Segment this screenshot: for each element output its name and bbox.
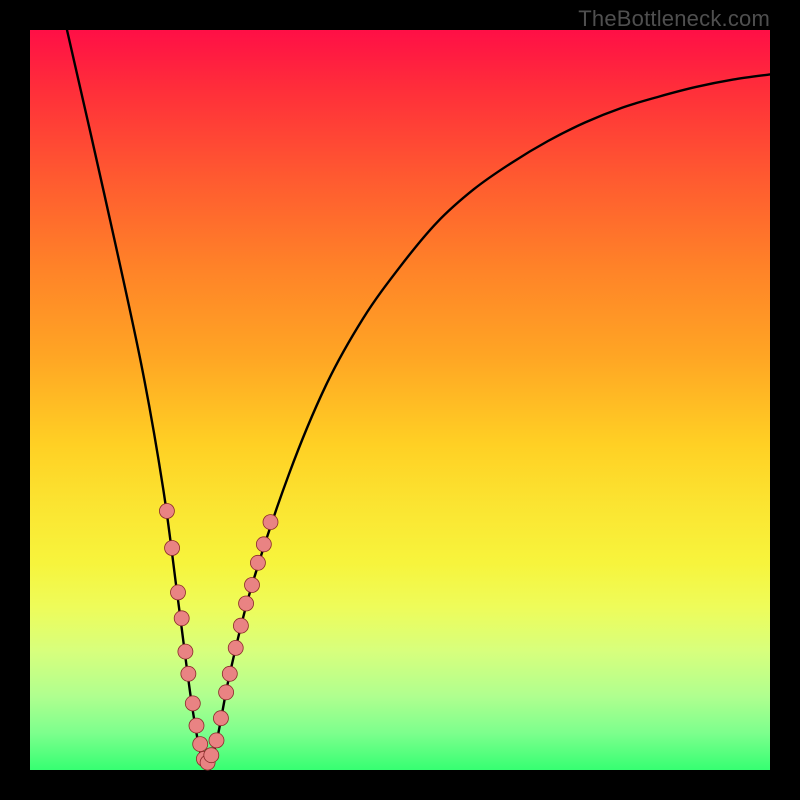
marker-dot (222, 666, 237, 681)
marker-dot (165, 541, 180, 556)
marker-dot (171, 585, 186, 600)
marker-dot (159, 504, 174, 519)
marker-dot (245, 578, 260, 593)
marker-dot (209, 733, 224, 748)
marker-dot (263, 515, 278, 530)
marker-dot (219, 685, 234, 700)
marker-dot (181, 666, 196, 681)
marker-dot (174, 611, 189, 626)
marker-dot (256, 537, 271, 552)
marker-dot (213, 711, 228, 726)
marker-dot (193, 737, 208, 752)
marker-dot (185, 696, 200, 711)
chart-svg (30, 30, 770, 770)
marker-dot (239, 596, 254, 611)
marker-dot (178, 644, 193, 659)
watermark-text: TheBottleneck.com (578, 6, 770, 32)
marker-dot (204, 748, 219, 763)
marker-dot (250, 555, 265, 570)
marker-dot (228, 640, 243, 655)
marker-dot (189, 718, 204, 733)
plot-area (30, 30, 770, 770)
marker-dot (233, 618, 248, 633)
chart-frame: TheBottleneck.com (0, 0, 800, 800)
bottleneck-curve (67, 30, 770, 765)
